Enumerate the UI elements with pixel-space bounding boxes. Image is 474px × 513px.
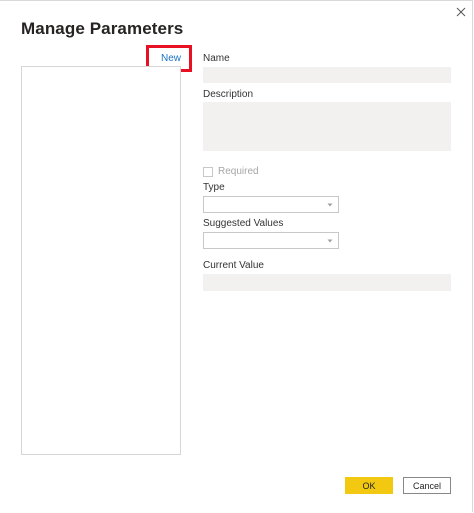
required-label: Required	[218, 166, 259, 177]
suggested-values-dropdown[interactable]	[203, 232, 339, 249]
type-label: Type	[203, 182, 225, 193]
manage-parameters-dialog: Manage Parameters New Name Description R…	[0, 0, 473, 512]
cancel-button[interactable]: Cancel	[403, 477, 451, 494]
required-checkbox[interactable]	[203, 166, 213, 177]
close-button[interactable]	[454, 5, 468, 19]
required-checkbox-row[interactable]: Required	[203, 166, 259, 177]
parameter-list[interactable]	[21, 66, 181, 455]
current-value-field[interactable]	[203, 274, 451, 291]
description-field[interactable]	[203, 102, 451, 151]
chevron-down-icon	[327, 239, 333, 243]
current-value-label: Current Value	[203, 260, 264, 271]
name-field[interactable]	[203, 67, 451, 83]
close-icon	[456, 7, 466, 17]
ok-button[interactable]: OK	[345, 477, 393, 494]
dialog-title: Manage Parameters	[21, 19, 184, 38]
chevron-down-icon	[327, 203, 333, 207]
suggested-values-label: Suggested Values	[203, 218, 284, 229]
type-dropdown[interactable]	[203, 196, 339, 213]
name-label: Name	[203, 53, 230, 64]
description-label: Description	[203, 89, 254, 100]
